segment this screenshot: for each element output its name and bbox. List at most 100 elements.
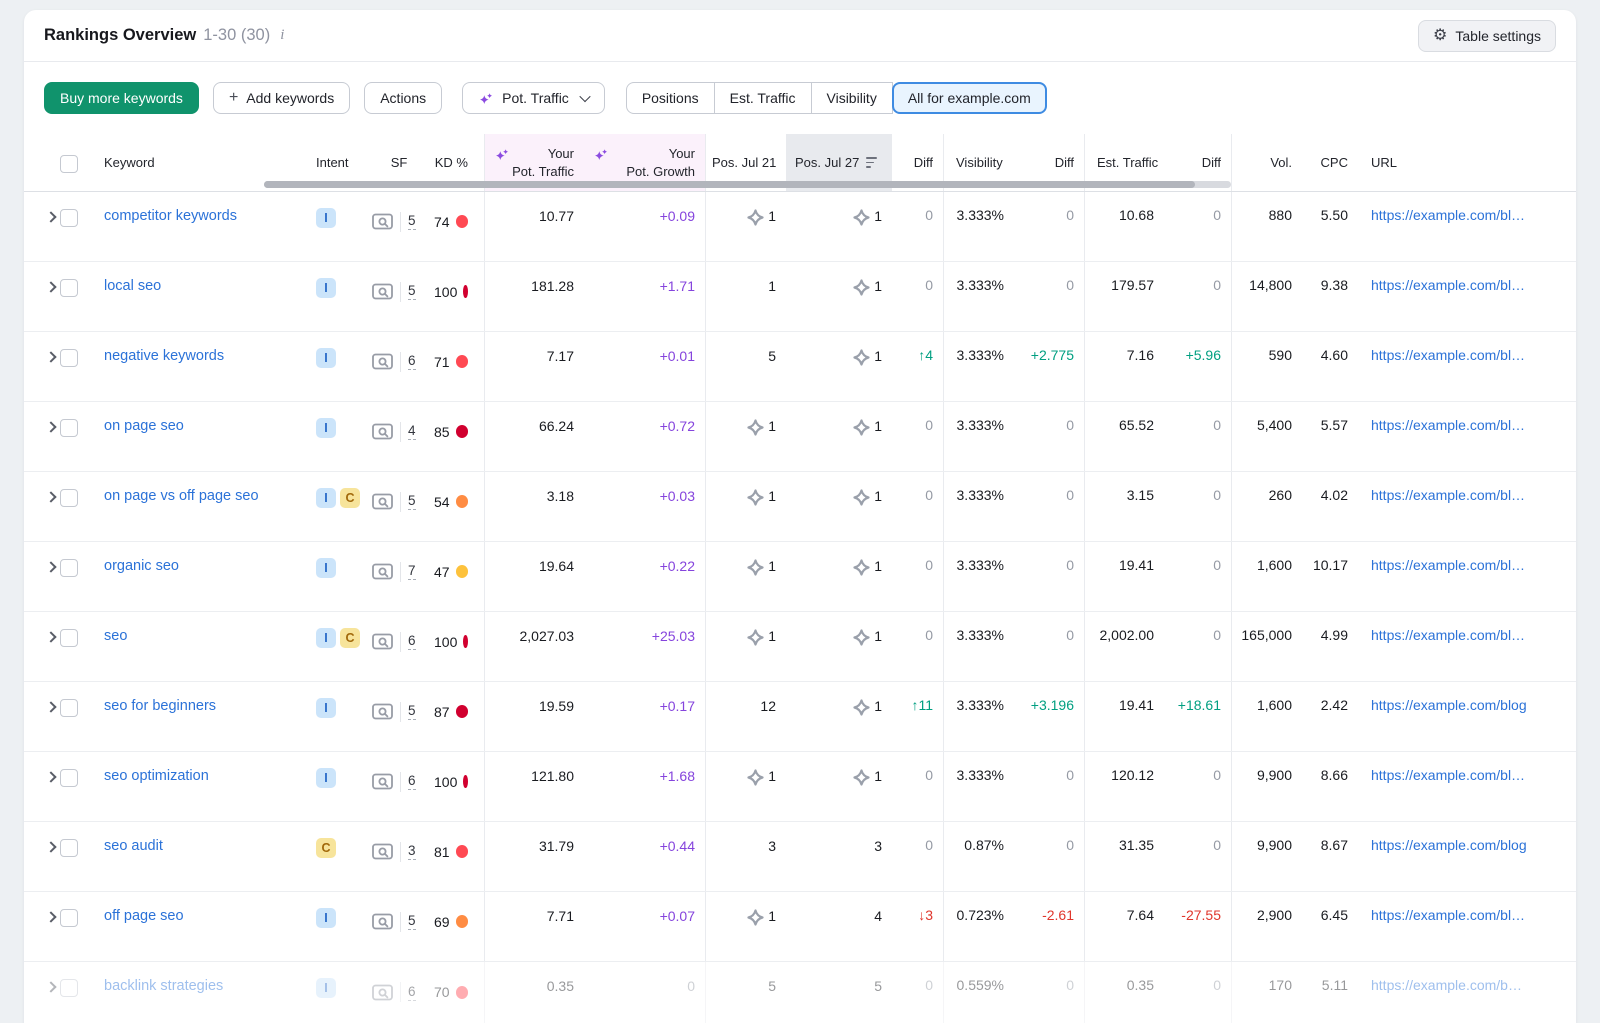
pot-traffic-value: 2,027.03 xyxy=(520,628,575,644)
pot-growth-cell: +0.17 xyxy=(584,682,705,751)
column-header-url[interactable]: URL xyxy=(1358,134,1576,191)
select-all-checkbox[interactable] xyxy=(60,155,78,173)
scrollbar-thumb[interactable] xyxy=(264,181,1195,188)
visibility-cell: 0.87% xyxy=(943,822,1014,891)
metric-dropdown[interactable]: Pot. Traffic xyxy=(462,82,605,114)
keyword-link[interactable]: seo xyxy=(104,627,127,644)
expand-row-icon[interactable] xyxy=(45,421,56,432)
cpc-value: 9.38 xyxy=(1321,277,1348,293)
serp-feature-position-icon xyxy=(853,699,870,716)
intent-cell: I xyxy=(314,192,364,261)
buy-more-keywords-button[interactable]: Buy more keywords xyxy=(44,82,199,114)
keyword-link[interactable]: seo for beginners xyxy=(104,697,216,714)
row-checkbox[interactable] xyxy=(60,419,78,437)
row-checkbox[interactable] xyxy=(60,699,78,717)
url-link[interactable]: https://example.com/blog xyxy=(1371,697,1527,713)
view-tab-visibility[interactable]: Visibility xyxy=(811,82,893,114)
kd-cell: 87 xyxy=(434,682,484,751)
column-header-cpc[interactable]: CPC xyxy=(1302,134,1358,191)
sf-count[interactable]: 6 xyxy=(408,633,416,650)
keyword-link[interactable]: backlink strategies xyxy=(104,977,223,994)
row-checkbox[interactable] xyxy=(60,559,78,577)
keyword-link[interactable]: seo optimization xyxy=(104,767,209,784)
keyword-link[interactable]: off page seo xyxy=(104,907,184,924)
expand-row-icon[interactable] xyxy=(45,841,56,852)
expand-row-icon[interactable] xyxy=(45,351,56,362)
keyword-link[interactable]: on page vs off page seo xyxy=(104,487,259,504)
sf-count[interactable]: 5 xyxy=(408,213,416,230)
url-link[interactable]: https://example.com/bl… xyxy=(1371,277,1525,293)
url-link[interactable]: https://example.com/bl… xyxy=(1371,557,1525,573)
url-link[interactable]: https://example.com/bl… xyxy=(1371,207,1525,223)
table-settings-button[interactable]: ⚙ Table settings xyxy=(1418,20,1556,52)
pos-jul27-cell: 1 xyxy=(786,752,892,821)
keyword-link[interactable]: competitor keywords xyxy=(104,207,237,224)
row-checkbox[interactable] xyxy=(60,909,78,927)
actions-button[interactable]: Actions xyxy=(364,82,442,114)
row-checkbox[interactable] xyxy=(60,349,78,367)
column-header-vol[interactable]: Vol. xyxy=(1231,134,1302,191)
row-checkbox[interactable] xyxy=(60,769,78,787)
url-link[interactable]: https://example.com/b… xyxy=(1371,977,1522,993)
intent-cell: I xyxy=(314,262,364,331)
expand-row-icon[interactable] xyxy=(45,911,56,922)
sf-count[interactable]: 7 xyxy=(408,563,416,580)
info-icon[interactable]: i xyxy=(280,27,284,44)
keyword-cell: on page seo xyxy=(90,402,314,471)
row-checkbox[interactable] xyxy=(60,489,78,507)
sf-count[interactable]: 5 xyxy=(408,493,416,510)
serp-feature-position-icon xyxy=(853,279,870,296)
keyword-link[interactable]: negative keywords xyxy=(104,347,224,364)
view-tab-all-for-domain[interactable]: All for example.com xyxy=(892,82,1047,114)
cpc-value: 10.17 xyxy=(1313,557,1348,573)
row-checkbox[interactable] xyxy=(60,839,78,857)
expand-row-icon[interactable] xyxy=(45,981,56,992)
expand-row-icon[interactable] xyxy=(45,211,56,222)
keyword-link[interactable]: seo audit xyxy=(104,837,163,854)
view-tab-positions[interactable]: Positions xyxy=(626,82,715,114)
url-link[interactable]: https://example.com/blog xyxy=(1371,837,1527,853)
est-traffic-diff-value: 0 xyxy=(1213,557,1221,573)
intent-badge: I xyxy=(316,558,336,578)
sf-count[interactable]: 5 xyxy=(408,703,416,720)
url-link[interactable]: https://example.com/bl… xyxy=(1371,417,1525,433)
sf-count[interactable]: 5 xyxy=(408,913,416,930)
sf-count[interactable]: 3 xyxy=(408,843,416,860)
expand-row-icon[interactable] xyxy=(45,561,56,572)
url-link[interactable]: https://example.com/bl… xyxy=(1371,347,1525,363)
serp-features-icon xyxy=(372,213,393,230)
vol-value: 9,900 xyxy=(1257,837,1292,853)
sf-count[interactable]: 6 xyxy=(408,773,416,790)
expand-row-icon[interactable] xyxy=(45,701,56,712)
keyword-link[interactable]: on page seo xyxy=(104,417,184,434)
keyword-link[interactable]: organic seo xyxy=(104,557,179,574)
sf-count[interactable]: 6 xyxy=(408,984,416,1001)
url-link[interactable]: https://example.com/bl… xyxy=(1371,627,1525,643)
sf-count[interactable]: 5 xyxy=(408,283,416,300)
visibility-diff-cell: 0 xyxy=(1014,402,1084,471)
visibility-diff-cell: +3.196 xyxy=(1014,682,1084,751)
view-tab-est-traffic[interactable]: Est. Traffic xyxy=(714,82,812,114)
row-checkbox[interactable] xyxy=(60,279,78,297)
row-checkbox[interactable] xyxy=(60,979,78,997)
row-checkbox[interactable] xyxy=(60,209,78,227)
url-link[interactable]: https://example.com/bl… xyxy=(1371,487,1525,503)
sf-count[interactable]: 6 xyxy=(408,353,416,370)
table-row: local seo I 5 100 181.28 +1.71 1 1 0 3.3… xyxy=(24,262,1576,332)
pot-traffic-cell: 2,027.03 xyxy=(484,612,584,681)
cpc-cell: 5.50 xyxy=(1302,192,1358,261)
expand-row-icon[interactable] xyxy=(45,281,56,292)
horizontal-scrollbar[interactable] xyxy=(264,181,1231,188)
row-checkbox[interactable] xyxy=(60,629,78,647)
est-traffic-value: 0.35 xyxy=(1127,977,1154,993)
url-link[interactable]: https://example.com/bl… xyxy=(1371,767,1525,783)
add-keywords-button[interactable]: + Add keywords xyxy=(213,82,350,114)
expand-row-icon[interactable] xyxy=(45,771,56,782)
expand-row-icon[interactable] xyxy=(45,491,56,502)
est-traffic-diff-value: 0 xyxy=(1213,837,1221,853)
sf-count[interactable]: 4 xyxy=(408,423,416,440)
pot-traffic-value: 7.17 xyxy=(547,348,574,364)
url-link[interactable]: https://example.com/bl… xyxy=(1371,907,1525,923)
keyword-link[interactable]: local seo xyxy=(104,277,161,294)
expand-row-icon[interactable] xyxy=(45,631,56,642)
